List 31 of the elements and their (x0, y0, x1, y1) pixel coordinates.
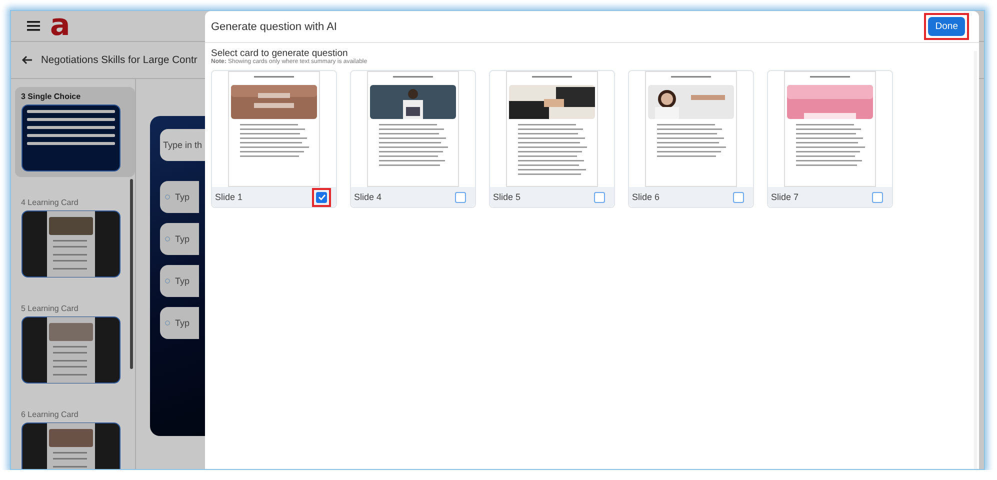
back-arrow-icon[interactable] (21, 55, 33, 65)
slide-card[interactable]: Slide 4 (350, 70, 476, 208)
slide-label: Slide 6 (632, 192, 660, 202)
slide-label: Slide 5 (493, 192, 521, 202)
slide-label: Slide 4 (354, 192, 382, 202)
checkbox[interactable] (316, 192, 327, 202)
page-title: Negotiations Skills for Large Contr (41, 54, 198, 66)
slide-card[interactable]: Slide 1 (211, 70, 337, 208)
dialog-title: Generate question with AI (211, 20, 337, 32)
logo: a (50, 13, 70, 39)
sidebar-item[interactable]: 6 Learning Card (15, 393, 135, 469)
sidebar-item[interactable]: 4 Learning Card (15, 181, 135, 283)
option-field[interactable]: Typ (175, 276, 199, 286)
sidebar-item[interactable]: 5 Learning Card (15, 287, 135, 389)
checkbox[interactable] (594, 192, 605, 202)
option-field[interactable]: Typ (175, 192, 199, 202)
slide-label: Slide 1 (215, 192, 243, 202)
checkbox[interactable] (872, 192, 883, 202)
slide-card[interactable]: Slide 6 (628, 70, 754, 208)
option-field[interactable]: Typ (175, 234, 199, 244)
menu-icon[interactable] (27, 21, 40, 31)
checkbox[interactable] (733, 192, 744, 202)
checkbox[interactable] (455, 192, 466, 202)
sidebar-item[interactable]: 3 Single Choice (15, 87, 135, 177)
option-field[interactable]: Typ (175, 318, 199, 328)
slide-label: Slide 7 (771, 192, 799, 202)
slide-card[interactable]: Slide 7 (767, 70, 893, 208)
done-button[interactable]: Done (928, 17, 965, 36)
dialog-heading: Select card to generate question (211, 48, 348, 59)
slide-card[interactable]: Slide 5 (489, 70, 615, 208)
scrollbar[interactable] (130, 179, 133, 369)
